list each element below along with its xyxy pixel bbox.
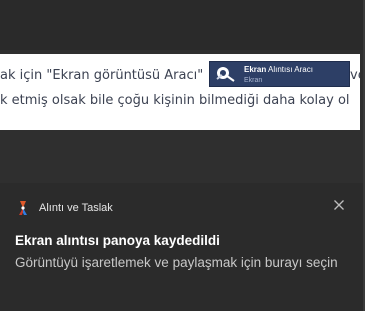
page-line-1: ak için "Ekran görüntüsü Aracı" ve — [0, 68, 360, 83]
background-page-snippet: ak için "Ekran görüntüsü Aracı" ve Ekran… — [0, 54, 360, 130]
toast-header: Alıntı ve Taslak — [15, 198, 113, 218]
snip-and-sketch-icon — [19, 201, 27, 215]
toast-app-name: Alıntı ve Taslak — [39, 202, 113, 214]
inline-screenshot-image: Ekran Alıntısı Aracı Ekran — [209, 61, 350, 87]
toast-title: Ekran alıntısı panoya kaydedildi — [15, 233, 220, 248]
inline-screenshot-sub: Ekran — [244, 77, 263, 84]
inline-screenshot-title: Ekran Alıntısı Aracı — [244, 65, 313, 74]
toast-notification[interactable]: Alıntı ve Taslak Ekran alıntısı panoya k… — [0, 183, 363, 311]
toast-body: Görüntüyü işaretlemek ve paylaşmak için … — [15, 255, 338, 270]
page-line-1-text: ak için "Ekran görüntüsü Aracı" — [0, 68, 204, 83]
close-icon[interactable] — [331, 197, 347, 213]
page-line-1-tail: ve — [350, 68, 360, 83]
top-region — [0, 0, 365, 50]
snipping-tool-icon — [216, 67, 235, 82]
page-line-2: k etmiş olsak bile çoğu kişinin bilmediğ… — [0, 93, 350, 108]
